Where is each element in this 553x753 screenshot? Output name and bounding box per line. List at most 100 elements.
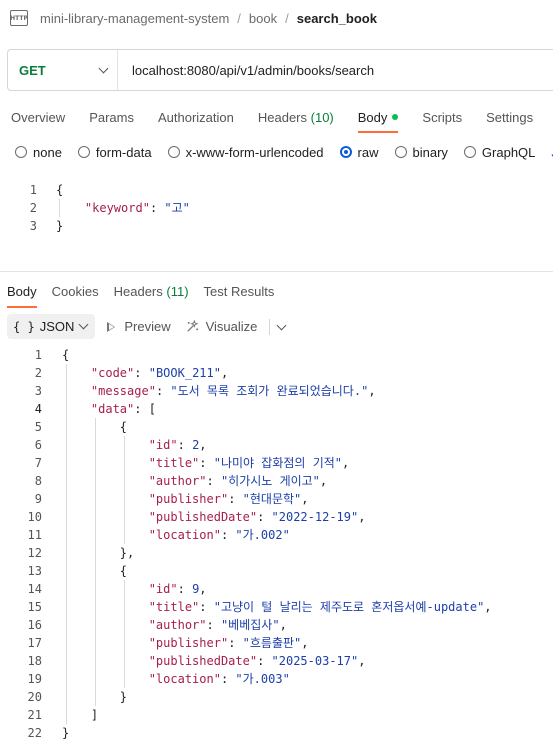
- active-tab-indicator: [357, 130, 399, 133]
- tab-label: Settings: [486, 109, 534, 125]
- url-input[interactable]: localhost:8080/api/v1/admin/books/search: [118, 63, 374, 78]
- pane-divider[interactable]: [0, 271, 553, 272]
- body-type-graphql[interactable]: GraphQL: [463, 144, 536, 160]
- code-line: }: [56, 219, 64, 233]
- code-line: "keyword": "고": [84, 201, 190, 215]
- code-line: "publisher": "현대문학",: [148, 492, 309, 506]
- code-line: "data": [: [90, 402, 156, 416]
- line-number: 8: [34, 474, 42, 488]
- body-type-options: none form-data x-www-form-urlencoded raw…: [15, 142, 553, 162]
- tab-params[interactable]: Params: [89, 110, 134, 125]
- radio-icon: [15, 146, 27, 158]
- method-select[interactable]: GET: [8, 50, 118, 90]
- body-type-urlencoded[interactable]: x-www-form-urlencoded: [167, 144, 324, 160]
- response-view-bar: { } JSON Preview Visualize: [7, 314, 287, 339]
- tab-label: Body: [357, 109, 388, 125]
- response-tab-test-results[interactable]: Test Results: [204, 284, 275, 299]
- breadcrumb: HTTP mini-library-management-system / bo…: [0, 0, 553, 36]
- json-value: "나미야 잡화점의 기적": [213, 456, 342, 470]
- breadcrumb-collection[interactable]: mini-library-management-system: [40, 11, 229, 26]
- response-tab-headers[interactable]: Headers (11): [114, 284, 189, 299]
- line-number: 12: [27, 546, 42, 560]
- json-value: "현대문학": [242, 492, 302, 506]
- line-number: 4: [34, 402, 42, 416]
- radio-label: GraphQL: [481, 144, 536, 160]
- line-number: 2: [29, 201, 37, 215]
- url-bar: GET localhost:8080/api/v1/admin/books/se…: [7, 49, 553, 91]
- body-type-raw[interactable]: raw: [339, 145, 379, 160]
- code-line: "location": "가.002": [148, 528, 290, 542]
- tab-settings[interactable]: Settings: [486, 110, 533, 125]
- line-number: 3: [34, 384, 42, 398]
- radio-icon: [77, 146, 90, 158]
- json-value: "히가시노 게이고": [220, 474, 320, 488]
- line-number: 19: [27, 672, 42, 686]
- indent-guide: [59, 199, 60, 217]
- json-value: "흐름출판": [242, 636, 302, 650]
- tab-headers[interactable]: Headers (10): [258, 110, 334, 125]
- code-line: "publisher": "흐름출판",: [148, 636, 309, 650]
- line-number: 20: [27, 690, 42, 704]
- radio-icon: [463, 146, 476, 158]
- tab-label: Body: [7, 283, 37, 299]
- tab-label: Headers: [257, 109, 308, 125]
- tab-label: Headers: [113, 283, 163, 299]
- json-value: "BOOK_211": [148, 366, 221, 380]
- line-number: 15: [27, 600, 42, 614]
- code-line: "title": "고냥이 털 날리는 제주도로 혼저옵서예-update",: [148, 600, 492, 614]
- json-value: "2025-03-17": [271, 654, 359, 668]
- line-number: 14: [27, 582, 42, 596]
- visualize-label: Visualize: [205, 319, 258, 334]
- json-value: "고냥이 털 날리는 제주도로 혼저옵서예-update": [213, 600, 485, 614]
- line-number: 21: [27, 708, 42, 722]
- radio-icon: [167, 146, 180, 158]
- code-line: "author": "히가시노 게이고",: [148, 474, 328, 488]
- headers-count: (10): [310, 109, 334, 125]
- code-line: "publishedDate": "2025-03-17",: [148, 654, 366, 668]
- tab-label: Params: [89, 109, 134, 125]
- tab-scripts[interactable]: Scripts: [422, 110, 462, 125]
- radio-label: none: [33, 144, 62, 160]
- line-number: 17: [27, 636, 42, 650]
- line-number: 3: [29, 219, 37, 233]
- tab-label: Test Results: [203, 283, 275, 299]
- radio-label: form-data: [95, 144, 152, 160]
- line-number: 22: [27, 726, 42, 740]
- json-value: "도서 목록 조회가 완료되었습니다.": [170, 384, 369, 398]
- breadcrumb-separator: /: [285, 10, 289, 26]
- breadcrumb-separator: /: [237, 10, 241, 26]
- chevron-down-icon: [78, 319, 89, 330]
- body-type-binary[interactable]: binary: [394, 144, 448, 160]
- code-line: "publishedDate": "2022-12-19",: [148, 510, 366, 524]
- breadcrumb-folder[interactable]: book: [249, 11, 277, 26]
- play-icon: [107, 321, 116, 332]
- indent-guide: [124, 436, 125, 544]
- indent-guide: [95, 418, 96, 706]
- body-type-none[interactable]: none: [15, 145, 62, 160]
- preview-label: Preview: [124, 319, 171, 334]
- line-number: 5: [34, 420, 42, 434]
- radio-label: x-www-form-urlencoded: [185, 144, 324, 160]
- code-line: {: [62, 348, 70, 362]
- format-select[interactable]: { } JSON: [7, 314, 96, 339]
- response-tab-body[interactable]: Body: [7, 283, 37, 308]
- tab-label: Cookies: [51, 283, 99, 299]
- tab-overview[interactable]: Overview: [11, 110, 65, 125]
- radio-label: binary: [412, 144, 448, 160]
- indent-guide: [66, 364, 67, 724]
- visualize-button[interactable]: Visualize: [185, 319, 258, 334]
- code-line: },: [62, 546, 135, 560]
- json-value: "가.002": [235, 528, 290, 542]
- breadcrumb-request-name[interactable]: search_book: [297, 11, 377, 26]
- line-number: 2: [34, 366, 42, 380]
- line-number: 13: [27, 564, 42, 578]
- json-value: "가.003": [235, 672, 290, 686]
- chevron-down-icon[interactable]: [276, 320, 287, 330]
- body-type-form-data[interactable]: form-data: [77, 144, 152, 160]
- response-tab-cookies[interactable]: Cookies: [52, 284, 99, 299]
- chevron-down-icon: [98, 63, 109, 73]
- tab-body[interactable]: Body: [357, 109, 399, 133]
- tab-authorization[interactable]: Authorization: [158, 110, 234, 125]
- preview-button[interactable]: Preview: [107, 319, 171, 334]
- request-tabs: Overview Params Authorization Headers (1…: [0, 103, 553, 133]
